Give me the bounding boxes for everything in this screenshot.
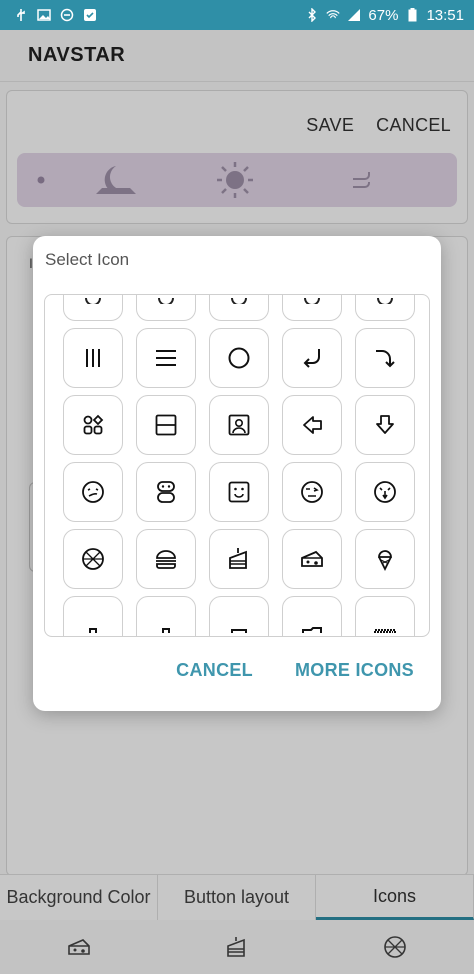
status-bar: 67% 13:51 xyxy=(0,0,474,30)
icon-cell-partial[interactable] xyxy=(282,596,342,636)
face-tongue-icon[interactable] xyxy=(355,462,415,522)
battery-icon xyxy=(405,8,419,22)
face-smirk-icon[interactable] xyxy=(63,462,123,522)
back-arrow-icon[interactable] xyxy=(282,395,342,455)
icon-cell-partial[interactable] xyxy=(355,295,415,321)
split-square-icon[interactable] xyxy=(136,395,196,455)
cake-icon[interactable] xyxy=(209,529,269,589)
icon-cell-partial[interactable] xyxy=(136,596,196,636)
return-arrow-icon[interactable] xyxy=(282,328,342,388)
icon-cell-partial[interactable] xyxy=(63,596,123,636)
portrait-icon[interactable] xyxy=(209,395,269,455)
dialog-cancel-button[interactable]: CANCEL xyxy=(176,660,253,681)
clock: 13:51 xyxy=(426,6,464,24)
face-wink-icon[interactable] xyxy=(282,462,342,522)
wifi-icon xyxy=(326,8,341,22)
dialog-title: Select Icon xyxy=(45,250,130,269)
usb-icon xyxy=(14,8,28,22)
bluetooth-icon xyxy=(305,8,319,22)
burger-icon[interactable] xyxy=(136,529,196,589)
home-circle-icon[interactable] xyxy=(209,328,269,388)
ice-cream-icon[interactable] xyxy=(355,529,415,589)
icon-cell-partial[interactable] xyxy=(209,295,269,321)
down-arrow-icon[interactable] xyxy=(355,395,415,455)
pizza-icon[interactable] xyxy=(63,529,123,589)
icon-cell-partial[interactable] xyxy=(282,295,342,321)
icon-grid xyxy=(63,295,415,636)
recents-bars-icon[interactable] xyxy=(63,328,123,388)
face-pill-icon[interactable] xyxy=(136,462,196,522)
curve-arrow-icon[interactable] xyxy=(355,328,415,388)
menu-lines-icon[interactable] xyxy=(136,328,196,388)
image-icon xyxy=(37,8,51,22)
icon-cell-partial[interactable] xyxy=(136,295,196,321)
icon-cell-partial[interactable] xyxy=(355,596,415,636)
face-square-icon[interactable] xyxy=(209,462,269,522)
icon-grid-scroll[interactable] xyxy=(44,294,430,637)
signal-icon xyxy=(347,8,361,22)
cheese-icon[interactable] xyxy=(282,529,342,589)
do-not-disturb-icon xyxy=(60,8,74,22)
icon-cell-partial[interactable] xyxy=(63,295,123,321)
battery-percent: 67% xyxy=(368,6,399,24)
apps-grid-icon[interactable] xyxy=(63,395,123,455)
select-icon-dialog: Select Icon CANCEL MORE ICONS xyxy=(33,236,441,711)
more-icons-button[interactable]: MORE ICONS xyxy=(295,660,414,681)
check-box-icon xyxy=(83,8,97,22)
icon-cell-partial[interactable] xyxy=(209,596,269,636)
